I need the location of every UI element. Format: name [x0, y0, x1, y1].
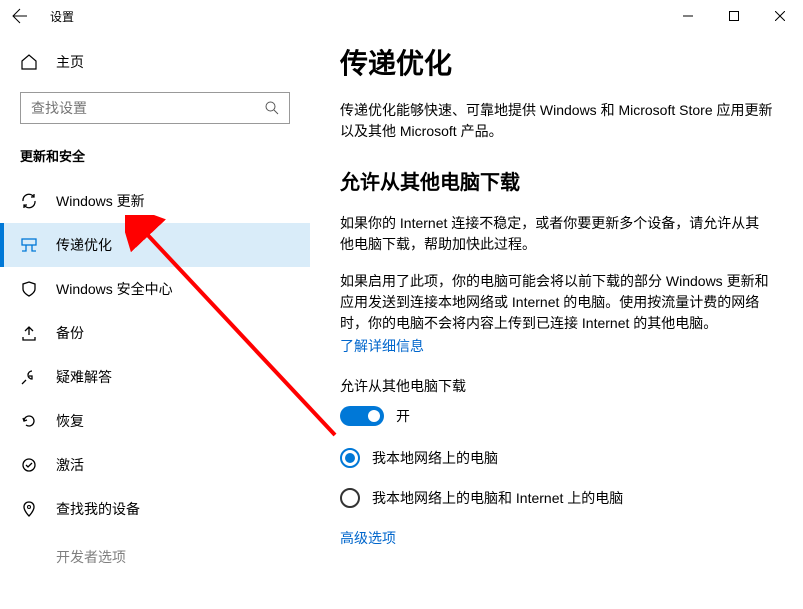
- activation-icon: [20, 456, 38, 474]
- paragraph-1: 如果你的 Internet 连接不稳定，或者你要更新多个设备，请允许从其他电脑下…: [340, 213, 773, 255]
- sidebar-item-label: 开发者选项: [56, 547, 126, 567]
- sidebar-item-label: Windows 安全中心: [56, 279, 173, 299]
- sidebar-item-developer[interactable]: 开发者选项: [0, 535, 310, 579]
- sidebar-item-label: 备份: [56, 323, 84, 343]
- sidebar-item-label: 恢复: [56, 411, 84, 431]
- find-icon: [20, 500, 38, 518]
- toggle-knob: [368, 410, 380, 422]
- maximize-icon: [729, 11, 739, 21]
- titlebar: 设置: [0, 0, 803, 32]
- close-icon: [775, 11, 785, 21]
- home-label: 主页: [56, 52, 84, 72]
- search-icon: [264, 100, 280, 116]
- titlebar-left: 设置: [8, 4, 74, 28]
- home-link[interactable]: 主页: [0, 42, 310, 82]
- shield-icon: [20, 280, 38, 298]
- sidebar-section-header: 更新和安全: [0, 138, 310, 179]
- sidebar-item-windows-security[interactable]: Windows 安全中心: [0, 267, 310, 311]
- toggle-row: 开: [340, 406, 773, 426]
- sidebar-item-label: 查找我的设备: [56, 499, 140, 519]
- main-panel: 传递优化 传递优化能够快速、可靠地提供 Windows 和 Microsoft …: [310, 32, 803, 609]
- page-title: 传递优化: [340, 42, 773, 82]
- toggle-state-label: 开: [396, 406, 410, 426]
- minimize-button[interactable]: [665, 0, 711, 32]
- recovery-icon: [20, 412, 38, 430]
- delivery-icon: [20, 236, 38, 254]
- sidebar-item-backup[interactable]: 备份: [0, 311, 310, 355]
- radio-dot: [345, 453, 355, 463]
- backup-icon: [20, 324, 38, 342]
- intro-text: 传递优化能够快速、可靠地提供 Windows 和 Microsoft Store…: [340, 100, 773, 142]
- content-area: 主页 更新和安全 Windows 更新 传递优化 Windows 安全中心: [0, 32, 803, 609]
- sidebar-item-label: 传递优化: [56, 235, 112, 255]
- sidebar-item-label: 激活: [56, 455, 84, 475]
- advanced-options-link[interactable]: 高级选项: [340, 530, 396, 546]
- back-button[interactable]: [8, 4, 32, 28]
- radio-button: [340, 488, 360, 508]
- learn-more-link[interactable]: 了解详细信息: [340, 338, 424, 354]
- search-box[interactable]: [20, 92, 290, 124]
- sidebar-item-recovery[interactable]: 恢复: [0, 399, 310, 443]
- sidebar-item-troubleshoot[interactable]: 疑难解答: [0, 355, 310, 399]
- sidebar-item-delivery-optimization[interactable]: 传递优化: [0, 223, 310, 267]
- sidebar-item-find-device[interactable]: 查找我的设备: [0, 487, 310, 531]
- sidebar-item-label: 疑难解答: [56, 367, 112, 387]
- minimize-icon: [683, 11, 693, 21]
- developer-icon: [20, 548, 38, 566]
- toggle-section-label: 允许从其他电脑下载: [340, 376, 773, 396]
- section-heading: 允许从其他电脑下载: [340, 166, 773, 195]
- window-title: 设置: [50, 8, 74, 25]
- search-button[interactable]: [255, 93, 289, 123]
- allow-downloads-toggle[interactable]: [340, 406, 384, 426]
- sidebar: 主页 更新和安全 Windows 更新 传递优化 Windows 安全中心: [0, 32, 310, 609]
- search-container: [0, 82, 310, 138]
- radio-option-internet[interactable]: 我本地网络上的电脑和 Internet 上的电脑: [340, 488, 773, 508]
- home-icon: [20, 53, 38, 71]
- sidebar-item-activation[interactable]: 激活: [0, 443, 310, 487]
- sidebar-item-label: Windows 更新: [56, 191, 145, 211]
- search-input[interactable]: [21, 100, 255, 116]
- radio-label: 我本地网络上的电脑和 Internet 上的电脑: [372, 488, 623, 508]
- back-arrow-icon: [12, 8, 28, 24]
- radio-label: 我本地网络上的电脑: [372, 448, 498, 468]
- paragraph-2: 如果启用了此项，你的电脑可能会将以前下载的部分 Windows 更新和应用发送到…: [340, 271, 773, 334]
- window-controls: [665, 0, 803, 32]
- sync-icon: [20, 192, 38, 210]
- troubleshoot-icon: [20, 368, 38, 386]
- radio-option-local[interactable]: 我本地网络上的电脑: [340, 448, 773, 468]
- close-button[interactable]: [757, 0, 803, 32]
- sidebar-item-windows-update[interactable]: Windows 更新: [0, 179, 310, 223]
- radio-button: [340, 448, 360, 468]
- maximize-button[interactable]: [711, 0, 757, 32]
